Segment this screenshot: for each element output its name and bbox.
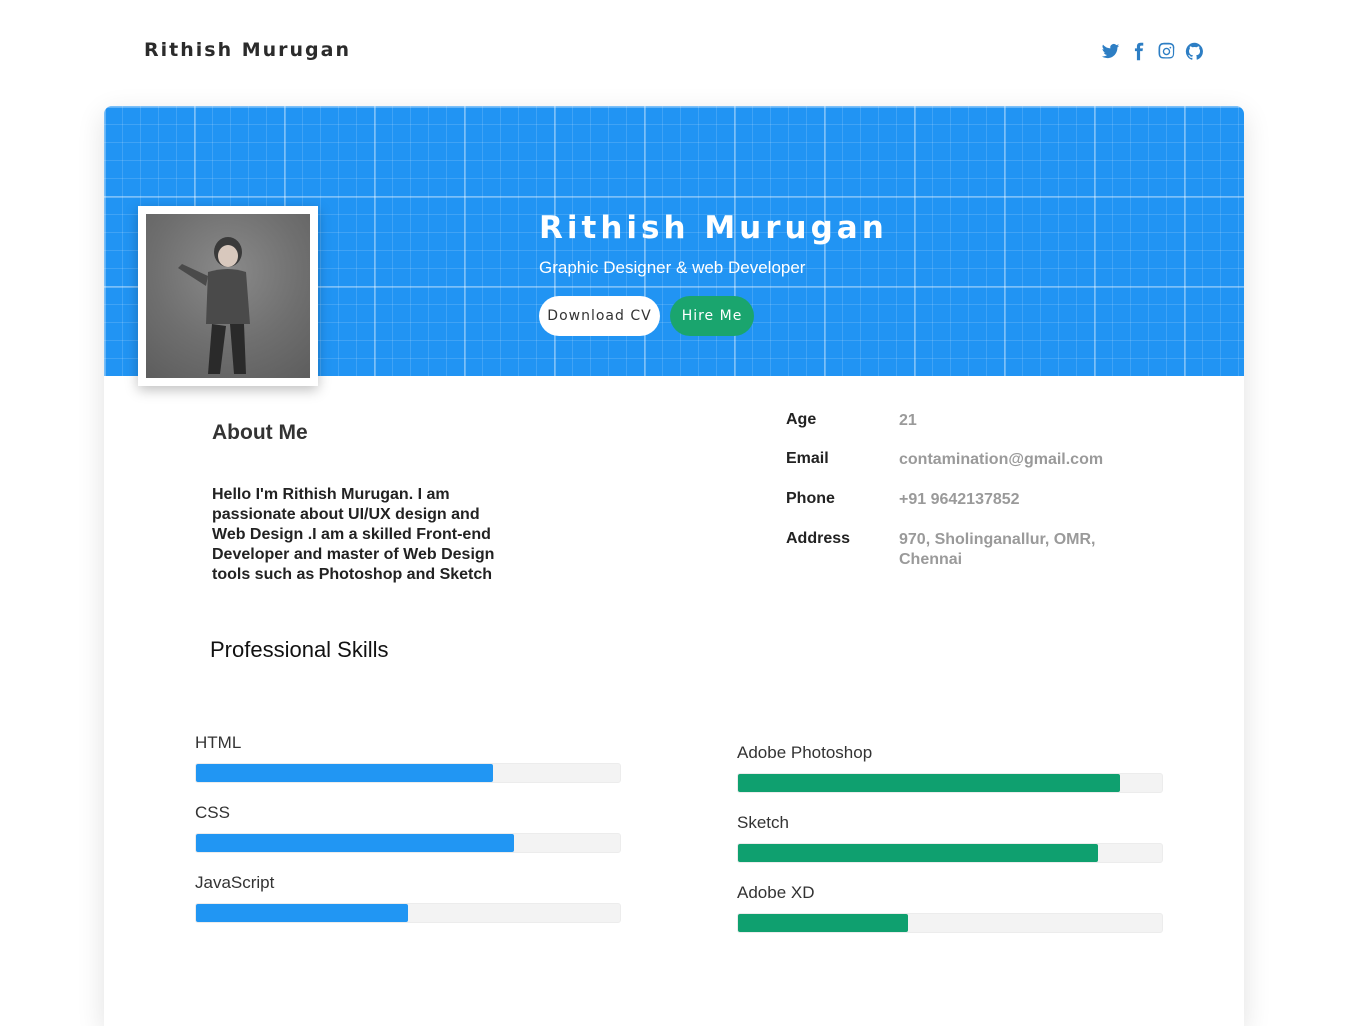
skill-label: CSS	[195, 803, 230, 822]
skill-bar-track	[195, 833, 621, 853]
avatar	[138, 206, 318, 386]
skills-title: Professional Skills	[210, 637, 389, 662]
skill-label: JavaScript	[195, 873, 275, 892]
skill-bar-fill	[738, 914, 908, 932]
hire-me-button[interactable]: Hire Me	[670, 296, 754, 336]
info-label: Address	[786, 530, 851, 547]
info-value[interactable]: +91 9642137852	[899, 490, 1129, 510]
brand-title[interactable]: Rithish Murugan	[144, 39, 351, 61]
skill-label: Sketch	[737, 813, 789, 832]
github-icon[interactable]	[1184, 40, 1204, 62]
hero-name: Rithish Murugan	[539, 210, 888, 246]
profile-photo	[146, 214, 310, 378]
skill-bar-track	[737, 773, 1163, 793]
facebook-icon[interactable]	[1128, 40, 1148, 62]
info-value: 970, Sholinganallur, OMR, Chennai	[899, 531, 1096, 568]
skill-bar-track	[737, 913, 1163, 933]
social-links	[1100, 40, 1204, 62]
info-label: Email	[786, 450, 829, 467]
skill-bar-track	[195, 903, 621, 923]
about-text: Hello I'm Rithish Murugan. I am passiona…	[212, 486, 495, 583]
skill-label: HTML	[195, 733, 242, 752]
skill-bar-fill	[196, 904, 408, 922]
skill-bar-fill	[738, 844, 1099, 862]
skill-bar-fill	[196, 834, 514, 852]
about-title: About Me	[212, 421, 308, 444]
skill-label: Adobe Photoshop	[737, 743, 873, 762]
top-navbar: Rithish Murugan	[0, 0, 1366, 100]
skill-label: Adobe XD	[737, 883, 815, 902]
skill-bar-fill	[196, 764, 493, 782]
skill-bar-track	[195, 763, 621, 783]
info-label: Age	[786, 411, 817, 428]
twitter-icon[interactable]	[1100, 40, 1120, 62]
info-value: 21	[899, 412, 917, 429]
download-cv-button[interactable]: Download CV	[539, 296, 660, 336]
info-value[interactable]: contamination@gmail.com	[899, 450, 1129, 470]
instagram-icon[interactable]	[1156, 40, 1176, 62]
skill-bar-fill	[738, 774, 1120, 792]
hero-role: Graphic Designer & web Developer	[539, 258, 806, 277]
info-label: Phone	[786, 490, 835, 507]
skill-bar-track	[737, 843, 1163, 863]
